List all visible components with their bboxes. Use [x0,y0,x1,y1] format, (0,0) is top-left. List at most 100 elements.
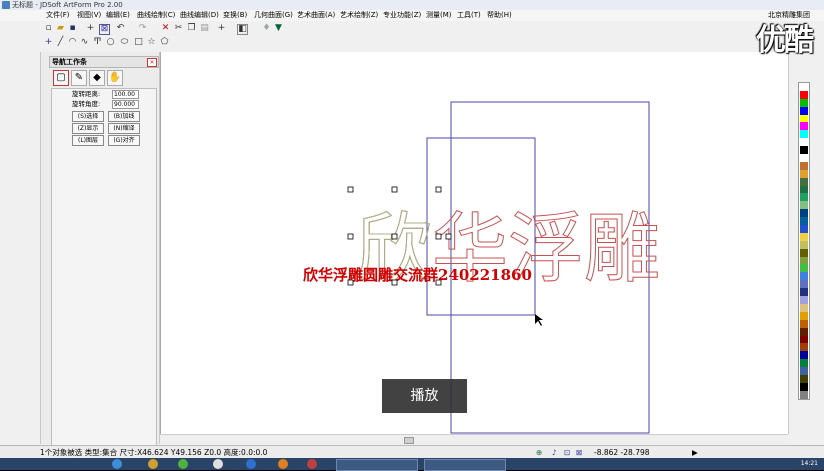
color-swatch[interactable] [800,114,808,123]
app-icon-1[interactable] [213,459,223,469]
menu-file[interactable]: 文件(F) [46,10,70,21]
color-swatch[interactable] [800,232,808,241]
color-swatch[interactable] [800,327,808,336]
tab-select-icon[interactable]: ▢ [53,70,69,86]
color-swatch[interactable] [800,225,808,233]
add-line-button[interactable]: (B)加线 [108,111,140,122]
color-swatch[interactable] [800,264,808,273]
light-icon[interactable]: ♦ [262,24,271,33]
tab-tool-icon[interactable]: ✋ [107,70,123,86]
color-swatch[interactable] [800,98,808,107]
polygon-icon[interactable]: ⬠ [160,38,169,47]
menu-art-draw[interactable]: 艺术绘制(Z) [340,10,378,21]
menu-curve-edit[interactable]: 曲线编辑(D) [180,10,219,21]
tab-layer-icon[interactable]: ◆ [89,70,105,86]
color-swatch[interactable] [800,106,808,115]
taskbar-window-1[interactable] [336,459,418,471]
layer-icon[interactable]: ◧ [237,24,248,35]
arc-icon[interactable]: ◠ [68,38,77,47]
align-button[interactable]: (G)对齐 [108,135,140,146]
color-swatch[interactable] [800,209,808,218]
menu-measure[interactable]: 测量(M) [426,10,452,21]
color-swatch[interactable] [800,201,808,210]
menu-art-surface[interactable]: 艺术曲面(A) [297,10,335,21]
menu-geometry-surface[interactable]: 几何曲面(G) [254,10,293,21]
paste-icon[interactable]: ▤ [200,24,209,33]
new-file-icon[interactable]: ▫ [44,24,53,33]
color-swatch[interactable] [800,319,808,328]
color-swatch[interactable] [800,296,808,304]
color-swatch[interactable] [800,138,808,147]
zoom-window-icon[interactable]: ⊠ [99,24,110,35]
ellipse-icon[interactable]: ⬭ [120,38,129,47]
delete-icon[interactable]: ✕ [161,24,170,33]
render-icon[interactable]: ▼ [274,24,283,33]
color-swatch[interactable] [800,335,808,344]
color-swatch[interactable] [800,359,808,368]
color-swatch[interactable] [800,390,808,399]
display-button[interactable]: (Z)显示 [72,123,104,134]
color-swatch[interactable] [800,185,808,194]
color-swatch[interactable] [800,343,808,352]
line-icon[interactable]: ╱ [56,38,65,47]
taskbar-window-2[interactable] [424,459,506,471]
drawing-canvas[interactable]: 欣华浮雕 欣 欣华浮雕圆雕交流群240221860 [160,52,789,434]
color-swatch[interactable] [800,256,808,265]
menu-edit[interactable]: 编辑(E) [106,10,130,21]
menu-transform[interactable]: 变换(B) [223,10,247,21]
tab-edit-icon[interactable]: ✎ [71,70,87,86]
color-swatch[interactable] [800,367,808,375]
menu-professional[interactable]: 专业功能(Z) [383,10,421,21]
cut-icon[interactable]: ✂ [174,24,183,33]
color-swatch[interactable] [800,288,808,297]
color-swatch[interactable] [800,122,808,131]
color-palette[interactable] [798,82,810,400]
color-swatch[interactable] [800,351,808,360]
redo-icon[interactable]: ↷ [138,24,147,33]
color-swatch[interactable] [800,83,808,91]
snap-icon[interactable]: + [217,24,226,33]
color-swatch[interactable] [800,177,808,186]
play-button[interactable]: 播放 [382,379,467,413]
point-icon[interactable]: + [44,38,53,47]
color-swatch[interactable] [800,374,808,383]
spline-icon[interactable]: ∿ [80,38,89,47]
color-swatch[interactable] [800,146,808,155]
color-swatch[interactable] [800,169,808,178]
menu-view[interactable]: 视图(V) [77,10,101,21]
zoom-button[interactable]: (N)缩译 [108,123,140,134]
horizontal-scrollbar[interactable] [160,434,788,444]
app-icon-3[interactable] [278,459,288,469]
crosshair-icon[interactable]: + [86,24,95,33]
layer-button[interactable]: (L)图层 [72,135,104,146]
color-swatch[interactable] [800,280,808,289]
save-icon[interactable]: ▪ [68,24,77,33]
color-swatch[interactable] [800,248,808,257]
color-swatch[interactable] [800,382,808,391]
close-icon[interactable]: ✕ [147,58,157,67]
browser-icon[interactable] [178,459,188,469]
open-folder-icon[interactable]: ▰ [56,24,65,33]
star-icon[interactable]: ☆ [147,38,156,47]
rectangle-icon[interactable]: □ [134,38,143,47]
color-swatch[interactable] [800,154,808,162]
app-icon-4[interactable] [307,459,317,469]
color-swatch[interactable] [800,217,808,226]
select-button[interactable]: (S)选择 [72,111,104,122]
color-swatch[interactable] [800,240,808,249]
color-swatch[interactable] [800,303,808,312]
start-orb-icon[interactable] [112,459,122,469]
polyline-icon[interactable]: Ͳ [93,38,102,47]
app-icon-2[interactable] [246,459,256,469]
color-swatch[interactable] [800,90,808,99]
scroll-thumb[interactable] [404,437,414,444]
menu-help[interactable]: 帮助(H) [487,10,512,21]
rotate-distance-input[interactable]: 100.00 [112,90,139,99]
menu-tools[interactable]: 工具(T) [457,10,481,21]
color-swatch[interactable] [800,272,808,281]
color-swatch[interactable] [800,311,808,320]
color-swatch[interactable] [800,193,808,202]
undo-icon[interactable]: ↶ [116,24,125,33]
color-swatch[interactable] [800,161,808,170]
explorer-icon[interactable] [148,459,158,469]
